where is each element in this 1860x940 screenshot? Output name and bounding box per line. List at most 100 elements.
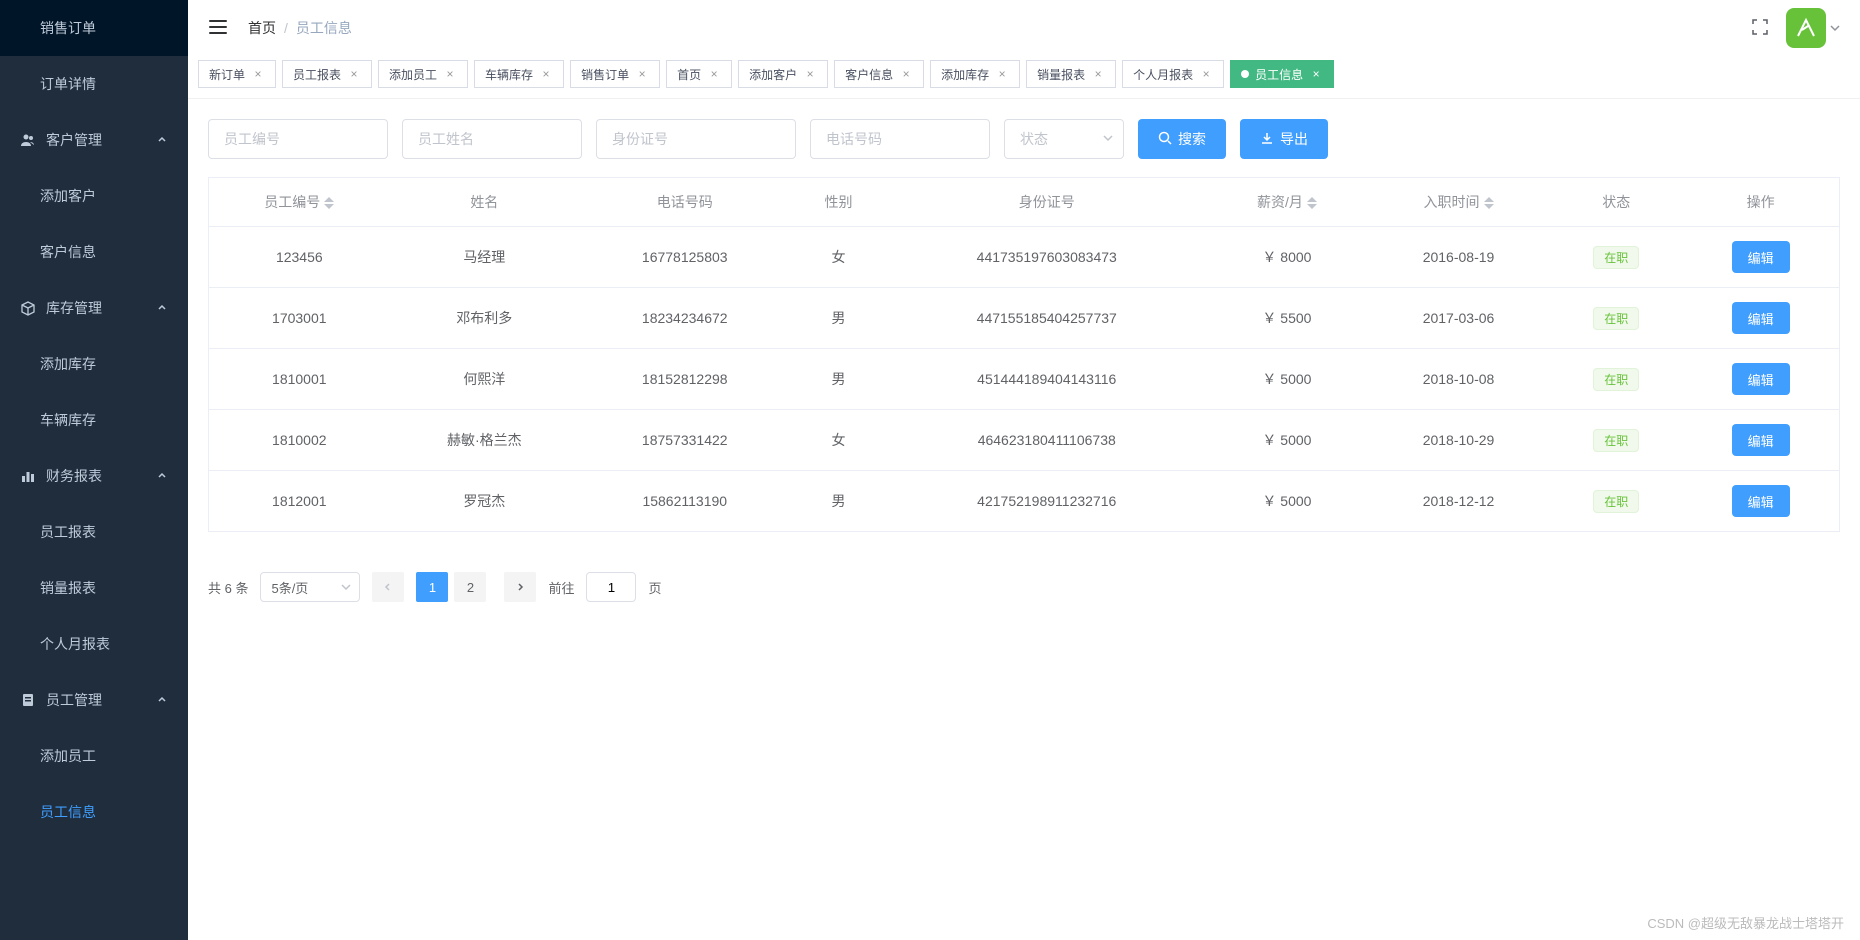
cell-salary: ￥ 5000 <box>1207 471 1367 532</box>
search-button[interactable]: 搜索 <box>1138 119 1226 159</box>
tab[interactable]: 个人月报表 × <box>1122 60 1224 88</box>
close-icon[interactable]: × <box>251 67 265 81</box>
cell-emp-no: 1703001 <box>209 288 390 349</box>
sort-icon <box>324 197 334 209</box>
breadcrumb-home[interactable]: 首页 <box>248 18 276 38</box>
sidebar-item[interactable]: 添加库存 <box>0 336 188 392</box>
sidebar-item[interactable]: 客户信息 <box>0 224 188 280</box>
sidebar-item[interactable]: 销量报表 <box>0 560 188 616</box>
cell-salary: ￥ 5000 <box>1207 410 1367 471</box>
sidebar: 销售订单订单详情客户管理添加客户客户信息库存管理添加库存车辆库存财务报表员工报表… <box>0 0 188 940</box>
th-salary[interactable]: 薪资/月 <box>1207 178 1367 227</box>
tab[interactable]: 新订单× <box>198 60 276 88</box>
tab[interactable]: 添加客户 × <box>738 60 828 88</box>
cell-action: 编辑 <box>1682 410 1839 471</box>
cell-status: 在职 <box>1550 471 1682 532</box>
sidebar-group[interactable]: 员工管理 <box>0 672 188 728</box>
sidebar-group[interactable]: 客户管理 <box>0 112 188 168</box>
page-size-select[interactable]: 5条/页 <box>260 572 360 602</box>
sidebar-item[interactable]: 添加员工 <box>0 728 188 784</box>
tab-label: 添加库存 <box>941 66 989 83</box>
edit-button[interactable]: 编辑 <box>1732 302 1790 334</box>
th-hire-date[interactable]: 入职时间 <box>1367 178 1550 227</box>
table-row: 1812001罗冠杰15862113190男421752198911232716… <box>209 471 1840 532</box>
status-select[interactable] <box>1004 119 1124 159</box>
fullscreen-icon[interactable] <box>1750 17 1770 40</box>
edit-button[interactable]: 编辑 <box>1732 241 1790 273</box>
id-input[interactable] <box>596 119 796 159</box>
sidebar-item-label: 个人月报表 <box>40 634 110 654</box>
close-icon[interactable]: × <box>347 67 361 81</box>
sidebar-item[interactable]: 订单详情 <box>0 56 188 112</box>
prev-page-button[interactable] <box>372 572 404 602</box>
cell-hire-date: 2017-03-06 <box>1367 288 1550 349</box>
sidebar-item-label: 订单详情 <box>40 74 96 94</box>
tab[interactable]: 员工报表 × <box>282 60 372 88</box>
th-emp-no[interactable]: 员工编号 <box>209 178 390 227</box>
sidebar-item[interactable]: 个人月报表 <box>0 616 188 672</box>
caret-down-icon <box>1830 20 1840 36</box>
edit-button[interactable]: 编辑 <box>1732 363 1790 395</box>
avatar <box>1786 8 1826 48</box>
edit-button[interactable]: 编辑 <box>1732 485 1790 517</box>
tab-label: 添加客户 <box>749 66 797 83</box>
tab[interactable]: 车辆库存× <box>474 60 564 88</box>
tab[interactable]: 员工信息× <box>1230 60 1334 88</box>
close-icon[interactable]: × <box>803 67 817 81</box>
status-select-input[interactable] <box>1004 119 1124 159</box>
th-name: 姓名 <box>390 178 579 227</box>
close-icon[interactable]: × <box>1309 67 1323 81</box>
sidebar-item[interactable]: 车辆库存 <box>0 392 188 448</box>
close-icon[interactable]: × <box>1199 67 1213 81</box>
cell-hire-date: 2018-10-08 <box>1367 349 1550 410</box>
page-size-label: 5条/页 <box>271 578 308 597</box>
sidebar-group[interactable]: 财务报表 <box>0 448 188 504</box>
emp-no-input[interactable] <box>208 119 388 159</box>
cell-name: 何熙洋 <box>390 349 579 410</box>
emp-name-input[interactable] <box>402 119 582 159</box>
hamburger-icon[interactable] <box>208 17 228 40</box>
tab-label: 添加员工 <box>389 66 437 83</box>
close-icon[interactable]: × <box>635 67 649 81</box>
user-menu[interactable] <box>1786 8 1840 48</box>
tab[interactable]: 客户信息× <box>834 60 924 88</box>
close-icon[interactable]: × <box>443 67 457 81</box>
sidebar-group[interactable]: 库存管理 <box>0 280 188 336</box>
cell-emp-no: 1812001 <box>209 471 390 532</box>
cell-phone: 18234234672 <box>579 288 790 349</box>
tab[interactable]: 首页× <box>666 60 732 88</box>
search-button-label: 搜索 <box>1178 129 1206 149</box>
tab-label: 员工报表 <box>293 66 341 83</box>
tab[interactable]: 销量报表× <box>1026 60 1116 88</box>
edit-button[interactable]: 编辑 <box>1732 424 1790 456</box>
tab[interactable]: 销售订单× <box>570 60 660 88</box>
breadcrumb: 首页 / 员工信息 <box>248 18 352 38</box>
phone-input[interactable] <box>810 119 990 159</box>
status-badge: 在职 <box>1593 368 1639 391</box>
page-number-button[interactable]: 2 <box>454 572 486 602</box>
export-button[interactable]: 导出 <box>1240 119 1328 159</box>
close-icon[interactable]: × <box>899 67 913 81</box>
next-page-button[interactable] <box>504 572 536 602</box>
close-icon[interactable]: × <box>1091 67 1105 81</box>
sidebar-item[interactable]: 添加客户 <box>0 168 188 224</box>
cell-salary: ￥ 5500 <box>1207 288 1367 349</box>
th-action: 操作 <box>1682 178 1839 227</box>
sidebar-item-label: 员工报表 <box>40 522 96 542</box>
cell-action: 编辑 <box>1682 288 1839 349</box>
sidebar-item[interactable]: 员工报表 <box>0 504 188 560</box>
tab[interactable]: 添加员工 × <box>378 60 468 88</box>
cell-action: 编辑 <box>1682 471 1839 532</box>
close-icon[interactable]: × <box>707 67 721 81</box>
sidebar-item[interactable]: 销售订单 <box>0 0 188 56</box>
close-icon[interactable]: × <box>995 67 1009 81</box>
page-number-button[interactable]: 1 <box>416 572 448 602</box>
goto-page-input[interactable] <box>586 572 636 602</box>
cell-name: 马经理 <box>390 227 579 288</box>
tab-label: 个人月报表 <box>1133 66 1193 83</box>
close-icon[interactable]: × <box>539 67 553 81</box>
breadcrumb-separator: / <box>284 20 288 36</box>
sidebar-item[interactable]: 员工信息 <box>0 784 188 840</box>
tab[interactable]: 添加库存 × <box>930 60 1020 88</box>
filter-bar: 搜索 导出 <box>208 119 1840 159</box>
